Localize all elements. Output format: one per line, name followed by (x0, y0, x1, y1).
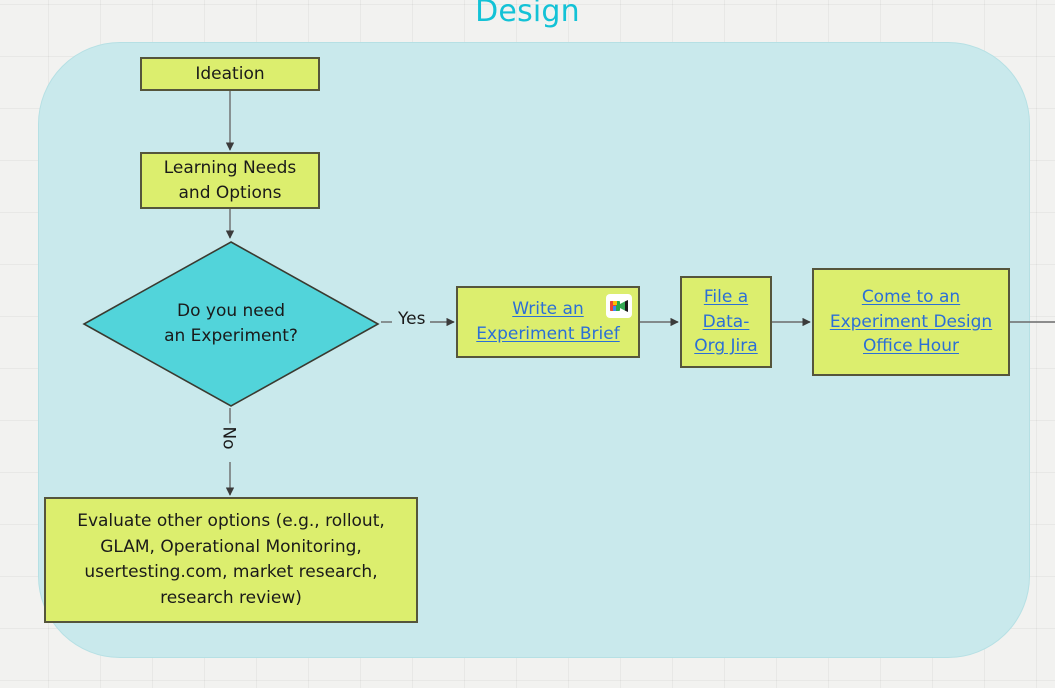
link-file-a-data-org-jira-line1[interactable]: File a (688, 285, 764, 310)
node-evaluate-line1: Evaluate other options (e.g., rollout, (77, 511, 385, 531)
node-come-to-an-experiment-design-office-hour[interactable]: Come to an Experiment Design Office Hour (812, 268, 1010, 376)
edge-label-no: No (218, 423, 239, 453)
link-office-hour-line3[interactable]: Office Hour (820, 334, 1002, 359)
link-file-a-data-org-jira-line2[interactable]: Data- (688, 310, 764, 335)
node-ideation[interactable]: Ideation (140, 57, 320, 91)
node-decision-line2: an Experiment? (164, 326, 298, 346)
link-office-hour-line2[interactable]: Experiment Design (820, 310, 1002, 335)
node-evaluate-line2: GLAM, Operational Monitoring, (100, 536, 362, 557)
node-file-a-data-org-jira[interactable]: File a Data- Org Jira (680, 276, 772, 368)
node-ideation-label: Ideation (195, 63, 265, 84)
flowchart-canvas: Design Yes No Ideation Learning Needs an… (0, 0, 1055, 688)
node-learning-needs-and-options[interactable]: Learning Needs and Options (140, 152, 320, 209)
node-evaluate-other-options[interactable]: Evaluate other options (e.g., rollout, G… (44, 497, 418, 623)
node-evaluate-line3: usertesting.com, market research, (84, 562, 378, 582)
node-write-an-experiment-brief[interactable]: Write an Experiment Brief (456, 286, 640, 358)
link-write-an-experiment-brief-line2[interactable]: Experiment Brief (464, 322, 632, 347)
video-icon[interactable] (606, 294, 632, 318)
node-evaluate-line4: research review) (160, 587, 302, 608)
link-office-hour-line1[interactable]: Come to an (820, 285, 1002, 310)
node-decision-line1: Do you need (176, 300, 286, 321)
link-file-a-data-org-jira-line3[interactable]: Org Jira (688, 334, 764, 359)
edge-label-yes: Yes (394, 309, 430, 329)
node-learning-line2: and Options (178, 182, 282, 203)
node-learning-line1: Learning Needs (163, 157, 297, 178)
node-decision-do-you-need-an-experiment[interactable]: Do you need an Experiment? (82, 240, 380, 408)
